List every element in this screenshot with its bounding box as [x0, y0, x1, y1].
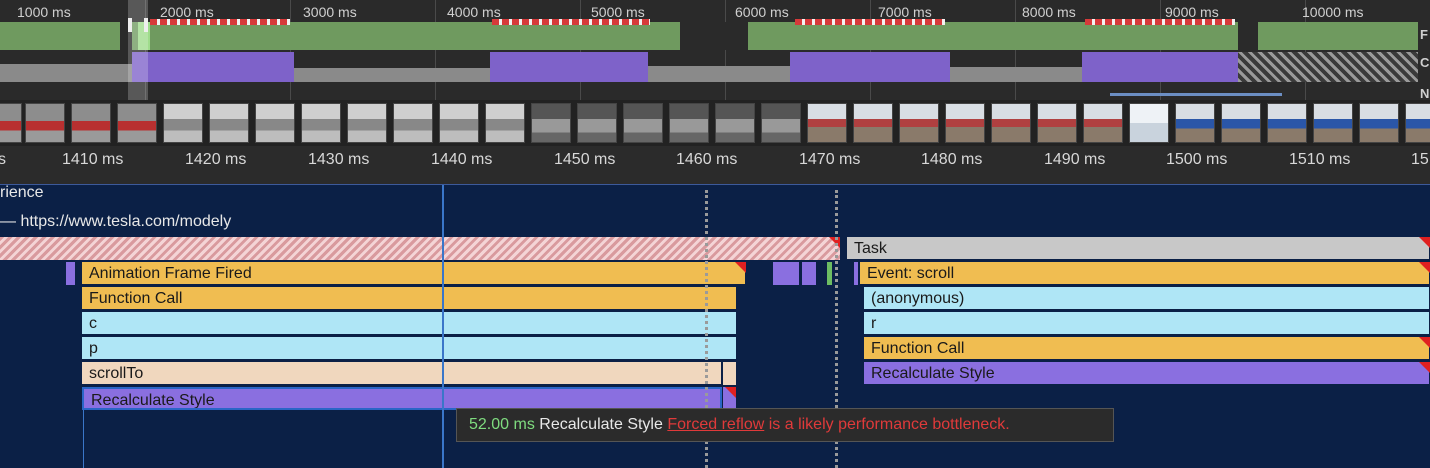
flame-sliver[interactable]: [66, 262, 75, 285]
task-bar[interactable]: Task: [847, 237, 1430, 260]
overview-label: 5000 ms: [591, 4, 645, 20]
scroll-to-bar[interactable]: scrollTo: [82, 362, 722, 385]
frame-r-bar[interactable]: r: [864, 312, 1430, 335]
track-headers: rience — https://www.tesla.com/modely: [0, 184, 1430, 237]
task-warning-icon: [1419, 237, 1430, 248]
tooltip-event-name: Recalculate Style: [539, 416, 663, 433]
ruler-tick: 1460 ms: [676, 151, 738, 168]
overview-label: 1000 ms: [17, 4, 71, 20]
flame-sliver[interactable]: [802, 262, 816, 285]
event-scroll-warning-icon: [1419, 262, 1430, 273]
ruler-tick: 1470 ms: [799, 151, 861, 168]
cursor-line: [442, 185, 444, 468]
bar-guide-line: [83, 410, 84, 468]
ruler-tick: 1440 ms: [431, 151, 493, 168]
screenshots-filmstrip[interactable]: [0, 100, 1430, 146]
recalc-right-warning-icon: [1419, 362, 1430, 373]
animation-frame-warning-icon: [735, 262, 746, 273]
tooltip-duration: 52.00 ms: [469, 416, 535, 433]
ruler-tick: 1430 ms: [308, 151, 370, 168]
cpu-lane-label: C: [1420, 55, 1430, 70]
ruler-tick: 1420 ms: [185, 151, 247, 168]
ruler-tick: 1450 ms: [554, 151, 616, 168]
flame-sliver[interactable]: [854, 262, 858, 285]
network-bar: [1110, 93, 1282, 96]
animation-frame-fired-bar[interactable]: Animation Frame Fired: [82, 262, 746, 285]
recalc-warning-icon: [725, 387, 736, 398]
fps-lane-label: F: [1420, 27, 1428, 42]
event-scroll-bar[interactable]: Event: scroll: [860, 262, 1430, 285]
ruler-tick: 1410 ms: [62, 151, 124, 168]
main-thread-label[interactable]: — https://www.tesla.com/modely: [0, 213, 231, 231]
forced-reflow-link[interactable]: Forced reflow: [667, 416, 764, 433]
overview-label: 2000 ms: [160, 4, 214, 20]
selection-window[interactable]: [128, 0, 148, 100]
overview-label: 6000 ms: [735, 4, 789, 20]
recalculate-style-right-bar[interactable]: Recalculate Style: [864, 362, 1430, 385]
flame-sliver[interactable]: [827, 262, 832, 285]
overview-label: 8000 ms: [1022, 4, 1076, 20]
function-call-right-warning-icon: [1419, 337, 1430, 348]
selection-right-handle[interactable]: [144, 18, 148, 32]
experience-track-label[interactable]: rience: [0, 184, 44, 202]
overview-label: 7000 ms: [878, 4, 932, 20]
event-tooltip: 52.00 ms Recalculate Style Forced reflow…: [456, 408, 1114, 442]
tooltip-message: is a likely performance bottleneck.: [768, 416, 1010, 433]
time-ruler[interactable]: s 1410 ms 1420 ms 1430 ms 1440 ms 1450 m…: [0, 146, 1430, 185]
overview-label: 4000 ms: [447, 4, 501, 20]
anonymous-bar[interactable]: (anonymous): [864, 287, 1430, 310]
selection-left-handle[interactable]: [128, 18, 132, 32]
long-task-bar[interactable]: [0, 237, 840, 260]
overview-label: 9000 ms: [1165, 4, 1219, 20]
network-lane-label: N: [1420, 86, 1430, 100]
ruler-tick: s: [0, 151, 6, 168]
function-call-bar[interactable]: Function Call: [82, 287, 737, 310]
recalculate-style-bar-selected[interactable]: Recalculate Style: [82, 387, 722, 410]
overview-label: 3000 ms: [303, 4, 357, 20]
ruler-tick: 1490 ms: [1044, 151, 1106, 168]
scroll-to-tail[interactable]: [723, 362, 736, 385]
flame-sliver[interactable]: [773, 262, 799, 285]
ruler-tick: 15: [1411, 151, 1429, 168]
overview-label: 10000 ms: [1302, 4, 1364, 20]
ruler-tick: 1480 ms: [921, 151, 983, 168]
frame-c-bar[interactable]: c: [82, 312, 737, 335]
timeline-overview[interactable]: 1000 ms 2000 ms 3000 ms 4000 ms 5000 ms …: [0, 0, 1430, 100]
ruler-tick: 1500 ms: [1166, 151, 1228, 168]
ruler-tick: 1510 ms: [1289, 151, 1351, 168]
function-call-right-bar[interactable]: Function Call: [864, 337, 1430, 360]
frame-p-bar[interactable]: p: [82, 337, 737, 360]
